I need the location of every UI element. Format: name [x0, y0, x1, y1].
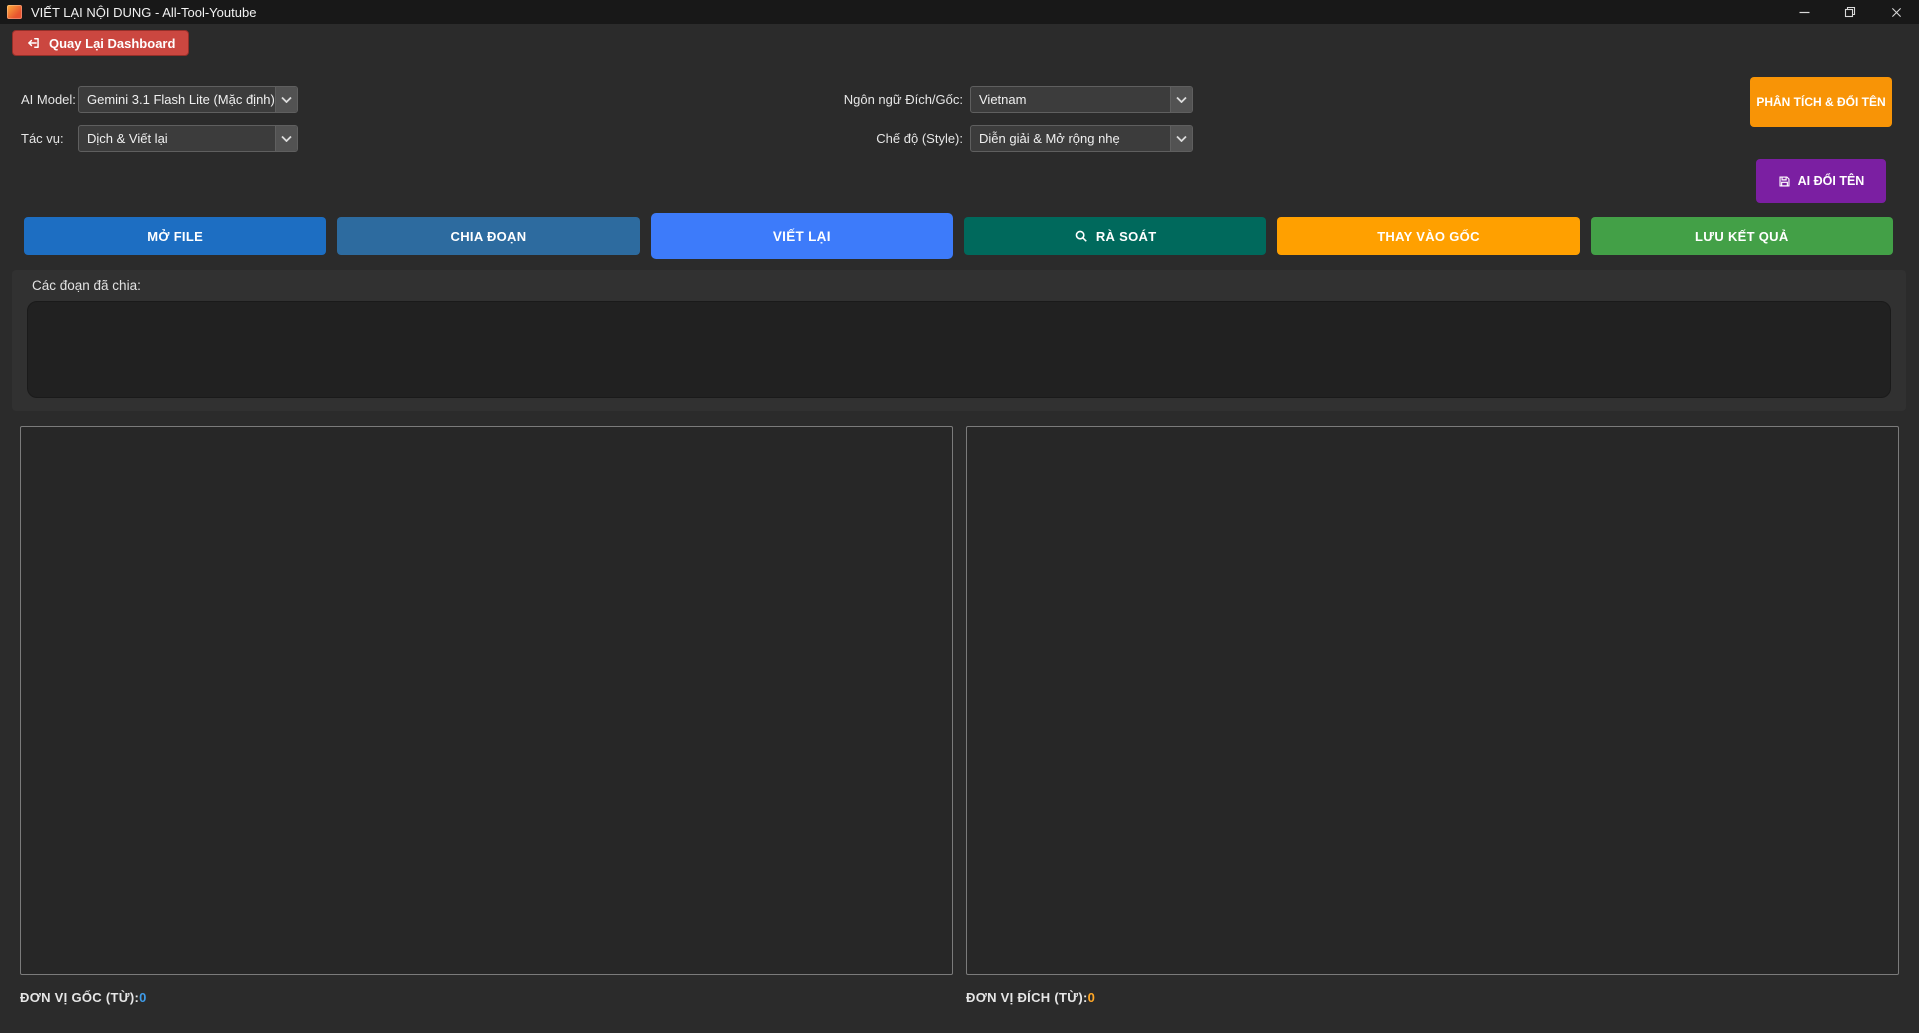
- minimize-icon: [1799, 7, 1810, 18]
- source-count-label: ĐƠN VỊ GỐC (TỪ):: [20, 990, 139, 1005]
- ai-model-value: Gemini 3.1 Flash Lite (Mặc định): [79, 92, 275, 107]
- open-file-label: MỞ FILE: [147, 229, 203, 244]
- language-select[interactable]: Vietnam: [970, 86, 1193, 113]
- maximize-button[interactable]: [1827, 0, 1873, 24]
- back-icon: [26, 36, 41, 50]
- close-button[interactable]: [1873, 0, 1919, 24]
- task-value: Dịch & Viết lại: [79, 131, 275, 146]
- open-file-button[interactable]: MỞ FILE: [24, 217, 326, 255]
- minimize-button[interactable]: [1781, 0, 1827, 24]
- review-label: RÀ SOÁT: [1096, 229, 1157, 244]
- source-editor[interactable]: [20, 426, 953, 975]
- language-label: Ngôn ngữ Đích/Gốc:: [813, 86, 963, 113]
- target-count-label: ĐƠN VỊ ĐÍCH (TỪ):: [966, 990, 1088, 1005]
- target-count-value: 0: [1088, 990, 1096, 1005]
- target-editor[interactable]: [966, 426, 1899, 975]
- rewrite-label: VIẾT LẠI: [773, 229, 831, 244]
- back-dashboard-button[interactable]: Quay Lại Dashboard: [12, 30, 189, 56]
- segments-label: Các đoạn đã chia:: [32, 278, 141, 293]
- source-count-value: 0: [139, 990, 147, 1005]
- analyze-rename-button[interactable]: PHÂN TÍCH & ĐỔI TÊN: [1750, 77, 1892, 127]
- chevron-down-icon[interactable]: [1170, 126, 1192, 151]
- segments-panel: Các đoạn đã chia:: [12, 270, 1906, 411]
- segments-list: [27, 301, 1891, 398]
- replace-label: THAY VÀO GỐC: [1377, 229, 1480, 244]
- source-word-count: ĐƠN VỊ GỐC (TỪ):0: [20, 990, 147, 1005]
- app-window: VIẾT LẠI NỘI DUNG - All-Tool-Youtube Qua…: [0, 0, 1919, 1033]
- style-select[interactable]: Diễn giải & Mở rộng nhẹ: [970, 125, 1193, 152]
- actions-row: MỞ FILE CHIA ĐOẠN VIẾT LẠI RÀ SOÁT THAY …: [24, 213, 1893, 259]
- analyze-rename-label: PHÂN TÍCH & ĐỔI TÊN: [1756, 95, 1885, 109]
- app-icon: [7, 5, 22, 19]
- back-label: Quay Lại Dashboard: [49, 36, 175, 51]
- chevron-down-icon[interactable]: [1170, 87, 1192, 112]
- ai-model-label: AI Model:: [21, 86, 76, 113]
- save-result-button[interactable]: LƯU KẾT QUẢ: [1591, 217, 1893, 255]
- ai-model-select[interactable]: Gemini 3.1 Flash Lite (Mặc định): [78, 86, 298, 113]
- replace-original-button[interactable]: THAY VÀO GỐC: [1277, 217, 1579, 255]
- split-paragraphs-button[interactable]: CHIA ĐOẠN: [337, 217, 639, 255]
- task-select[interactable]: Dịch & Viết lại: [78, 125, 298, 152]
- search-icon: [1074, 229, 1088, 243]
- review-button[interactable]: RÀ SOÁT: [964, 217, 1266, 255]
- language-value: Vietnam: [971, 92, 1170, 107]
- chevron-down-icon[interactable]: [275, 126, 297, 151]
- window-titlebar: VIẾT LẠI NỘI DUNG - All-Tool-Youtube: [0, 0, 1919, 24]
- ai-rename-label: AI ĐỔI TÊN: [1798, 174, 1865, 188]
- rewrite-button[interactable]: VIẾT LẠI: [651, 213, 953, 259]
- close-icon: [1891, 7, 1902, 18]
- style-value: Diễn giải & Mở rộng nhẹ: [971, 131, 1170, 146]
- style-label: Chế độ (Style):: [813, 125, 963, 152]
- split-label: CHIA ĐOẠN: [451, 229, 527, 244]
- restore-icon: [1844, 6, 1856, 18]
- save-icon: [1778, 175, 1791, 188]
- target-word-count: ĐƠN VỊ ĐÍCH (TỪ):0: [966, 990, 1095, 1005]
- window-controls: [1781, 0, 1919, 24]
- save-result-label: LƯU KẾT QUẢ: [1695, 229, 1789, 244]
- window-title: VIẾT LẠI NỘI DUNG - All-Tool-Youtube: [31, 5, 256, 20]
- ai-rename-button[interactable]: AI ĐỔI TÊN: [1756, 159, 1886, 203]
- task-label: Tác vụ:: [21, 125, 64, 152]
- chevron-down-icon[interactable]: [275, 87, 297, 112]
